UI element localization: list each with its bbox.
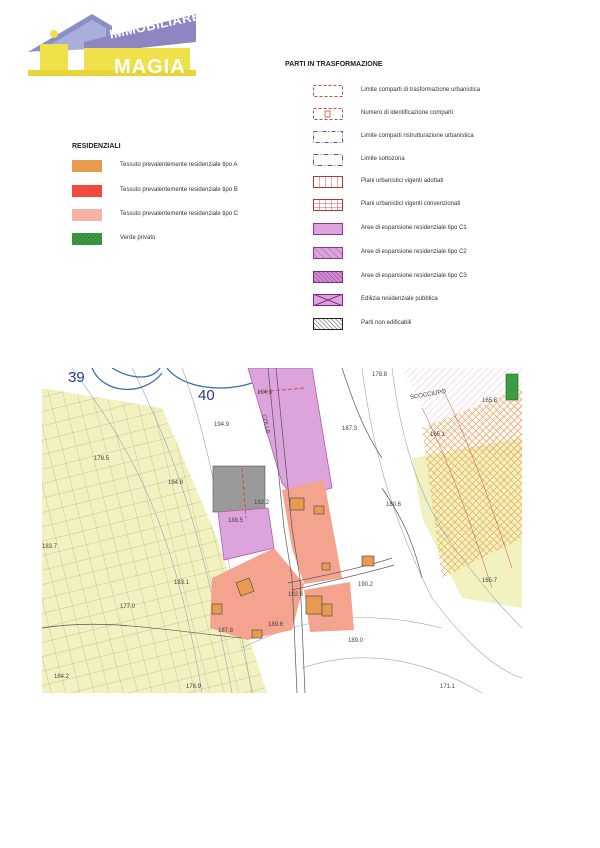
legend-label: Piani urbanistici vigenti convenzionati bbox=[361, 201, 461, 207]
legend-label: Tessuto prevalentemente residenziale tip… bbox=[120, 211, 239, 217]
swatch-tipo-b bbox=[72, 185, 102, 197]
legend-label: Verde privato bbox=[120, 235, 156, 241]
swatch-dashed-blue bbox=[313, 131, 343, 143]
swatch-c1 bbox=[313, 223, 343, 235]
elevation-label: 171.1 bbox=[440, 684, 456, 690]
swatch-red-grid bbox=[313, 199, 343, 211]
swatch-tipo-c bbox=[72, 209, 102, 221]
elevation-label: 178.5 bbox=[94, 456, 110, 462]
elevation-label: 187.3 bbox=[342, 426, 358, 432]
swatch-dashed-red bbox=[313, 85, 343, 97]
swatch-number-box bbox=[313, 108, 343, 120]
elevation-label: 184.2 bbox=[54, 674, 70, 680]
elevation-label: 165.7 bbox=[482, 578, 498, 584]
legend-label: Aree di espansione residenziale tipo C1 bbox=[361, 225, 467, 231]
legend-label: Limite sottozona bbox=[361, 156, 405, 162]
legend-label: Tessuto prevalentemente residenziale tip… bbox=[120, 162, 238, 168]
zoning-map: 39 40 COLLE SCOCCIUPO 194.6 194.9 187.3 … bbox=[42, 368, 522, 693]
elevation-label: 165.1 bbox=[430, 432, 446, 438]
trasformazione-title: PARTI IN TRASFORMAZIONE bbox=[285, 61, 383, 68]
legend-label: Aree di espansione residenziale tipo C2 bbox=[361, 249, 467, 255]
legend-label: Piani urbanistici vigenti adottati bbox=[361, 178, 444, 184]
elevation-label: 165.8 bbox=[482, 398, 498, 404]
elevation-label: 178.8 bbox=[372, 372, 388, 378]
agency-logo: IMMOBILIARE MAGIA bbox=[28, 8, 202, 78]
elevation-label: 189.6 bbox=[268, 622, 284, 628]
logo-line2: MAGIA bbox=[114, 56, 186, 78]
legend-label: Tessuto prevalentemente residenziale tip… bbox=[120, 187, 238, 193]
legend-label: Aree di espansione residenziale tipo C3 bbox=[361, 273, 467, 279]
elevation-label: 184.8 bbox=[168, 480, 184, 486]
residenziali-title: RESIDENZIALI bbox=[72, 143, 121, 150]
swatch-tipo-a bbox=[72, 160, 102, 172]
swatch-black-hatch bbox=[313, 318, 343, 330]
swatch-dashed-dark bbox=[313, 154, 343, 166]
sheet-number-right: 40 bbox=[198, 387, 215, 404]
elevation-label: 178.9 bbox=[186, 684, 202, 690]
swatch-c3 bbox=[313, 271, 343, 283]
map-drawing bbox=[42, 368, 522, 693]
legend-label: Numero di identificazione comparti bbox=[361, 110, 454, 116]
sheet-number-left: 39 bbox=[68, 369, 85, 386]
elevation-label: 194.9 bbox=[214, 422, 230, 428]
swatch-verde-privato bbox=[72, 233, 102, 245]
elevation-label: 177.0 bbox=[120, 604, 136, 610]
legend-label: Limite comparti ristrutturazione urbanis… bbox=[361, 133, 474, 139]
elevation-label: 192.6 bbox=[288, 592, 304, 598]
swatch-vertical-lines bbox=[313, 176, 343, 188]
elevation-label: 187.8 bbox=[218, 628, 234, 634]
legend-label: Edilizia residenziale pubblica bbox=[361, 296, 438, 302]
legend-label: Parti non edificabili bbox=[361, 320, 412, 326]
swatch-c2 bbox=[313, 247, 343, 259]
swatch-cross bbox=[313, 294, 343, 306]
elevation-label: 183.7 bbox=[42, 544, 58, 550]
elevation-label: 188.5 bbox=[228, 518, 244, 524]
elevation-label: 189.0 bbox=[348, 638, 364, 644]
elevation-label: 183.1 bbox=[174, 580, 190, 586]
elevation-label: 190.2 bbox=[358, 582, 374, 588]
elevation-label: 194.6 bbox=[257, 390, 273, 396]
elevation-label: 192.2 bbox=[254, 500, 270, 506]
elevation-label: 180.6 bbox=[386, 502, 402, 508]
legend-label: Limite comparti di trasformazione urbani… bbox=[361, 87, 481, 93]
